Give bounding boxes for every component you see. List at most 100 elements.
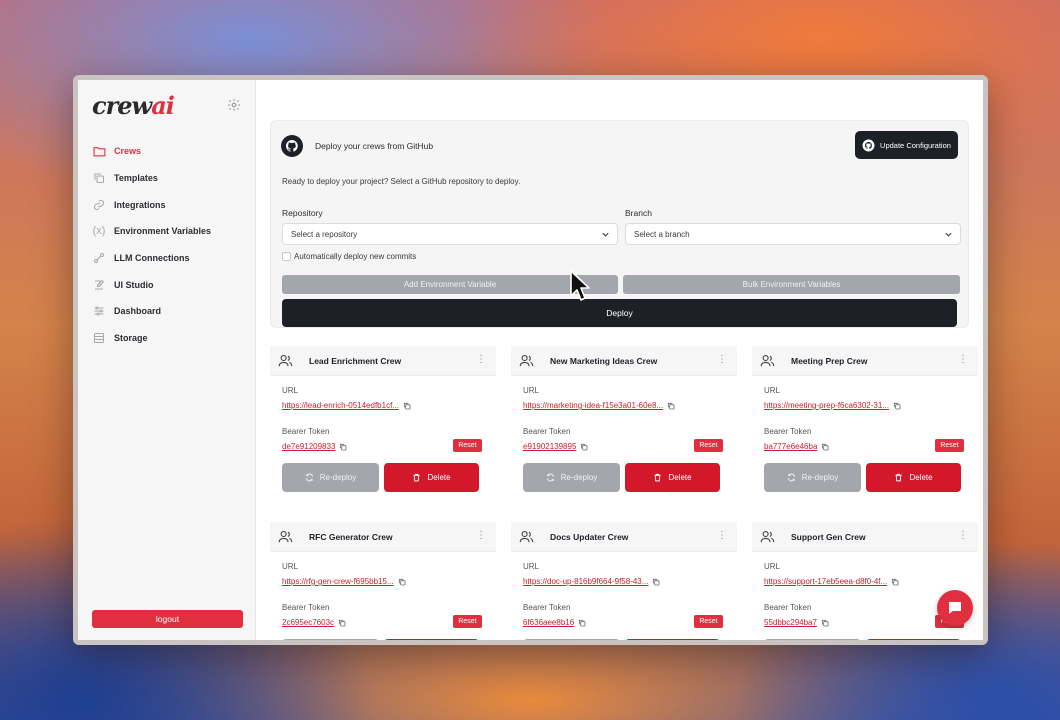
users-icon — [760, 530, 775, 543]
sidebar-item-integrations[interactable]: Integrations — [78, 191, 255, 218]
bearer-token-label: Bearer Token — [523, 427, 571, 436]
logout-button[interactable]: logout — [92, 610, 243, 628]
sidebar-item-llm-connections[interactable]: LLM Connections — [78, 245, 255, 272]
more-vertical-icon[interactable]: ⋮ — [958, 354, 968, 365]
crewai-logo[interactable]: crewai — [92, 91, 175, 120]
crew-card: Docs Updater Crew ⋮ URL https://doc-up-816b… — [511, 522, 737, 640]
sidebar-item-label: LLM Connections — [114, 253, 190, 264]
crew-url-link[interactable]: https://lead-enrich-0514edfb1cf... — [282, 401, 411, 410]
chat-support-button[interactable] — [937, 590, 973, 626]
bearer-token-value[interactable]: e91902139895 — [523, 442, 588, 451]
sidebar-item-storage[interactable]: Storage — [78, 325, 255, 352]
update-configuration-button[interactable]: Update Configuration — [855, 131, 958, 159]
redeploy-button[interactable]: Re-deploy — [523, 463, 620, 492]
sidebar-item-label: UI Studio — [114, 279, 154, 290]
delete-button[interactable]: Delete — [625, 463, 720, 492]
more-vertical-icon[interactable]: ⋮ — [476, 354, 486, 365]
crew-card-body: URL https://rfg-gen-crew-f695bb15... Beare… — [270, 552, 496, 640]
gear-icon[interactable] — [227, 98, 241, 112]
bearer-token-value[interactable]: 6f636aee8b16 — [523, 618, 586, 627]
bearer-token-label: Bearer Token — [282, 603, 330, 612]
more-vertical-icon[interactable]: ⋮ — [958, 530, 968, 541]
github-header: Deploy your crews from GitHub Update Con… — [281, 131, 958, 161]
repository-select[interactable]: Select a repository — [282, 223, 618, 245]
bearer-token-value[interactable]: de7e91209833 — [282, 442, 347, 451]
sidebar-item-templates[interactable]: Templates — [78, 165, 255, 192]
crew-url-link[interactable]: https://doc-up-816b9f664-9f58-43... — [523, 577, 660, 586]
copy-icon[interactable] — [578, 619, 586, 627]
variable-icon: (x) — [92, 225, 106, 238]
bearer-token-value[interactable]: 2c695ec7603c — [282, 618, 346, 627]
more-vertical-icon[interactable]: ⋮ — [717, 354, 727, 365]
more-vertical-icon[interactable]: ⋮ — [476, 530, 486, 541]
deploy-button[interactable]: Deploy — [282, 299, 957, 327]
app-window: crewai Crews Templates Integrations (x) — [73, 75, 988, 645]
reset-token-button[interactable]: Reset — [694, 615, 723, 628]
copy-icon[interactable] — [339, 443, 347, 451]
delete-label: Delete — [668, 473, 692, 482]
github-icon — [862, 139, 875, 151]
bearer-token-text: e91902139895 — [523, 442, 577, 451]
add-environment-variable-button[interactable]: Add Environment Variable — [282, 275, 618, 294]
users-icon — [278, 530, 293, 543]
reset-token-button[interactable]: Reset — [694, 439, 723, 452]
copy-icon[interactable] — [667, 402, 675, 410]
redeploy-button[interactable]: Re-deploy — [282, 463, 379, 492]
branch-select[interactable]: Select a branch — [625, 223, 961, 245]
reset-token-button[interactable]: Reset — [453, 439, 482, 452]
copy-icon[interactable] — [580, 443, 588, 451]
reset-token-button[interactable]: Reset — [935, 439, 964, 452]
crew-url-link[interactable]: https://marketing-idea-f15e3a01-60e8... — [523, 401, 675, 410]
reset-token-button[interactable]: Reset — [453, 615, 482, 628]
redeploy-button[interactable]: Re-deploy — [523, 639, 620, 640]
copy-icon[interactable] — [821, 619, 829, 627]
bearer-token-value[interactable]: ba777e6e46ba — [764, 442, 829, 451]
github-icon — [281, 135, 303, 157]
crew-card-header: New Marketing Ideas Crew ⋮ — [511, 346, 737, 376]
redeploy-button[interactable]: Re-deploy — [764, 639, 861, 640]
copy-icon[interactable] — [891, 578, 899, 586]
sidebar-item-environment-variables[interactable]: (x) Environment Variables — [78, 218, 255, 245]
users-icon — [278, 354, 293, 367]
update-configuration-label: Update Configuration — [880, 140, 951, 150]
bearer-token-label: Bearer Token — [764, 603, 812, 612]
crew-url-link[interactable]: https://rfg-gen-crew-f695bb15... — [282, 577, 406, 586]
sidebar-item-crews[interactable]: Crews — [78, 138, 255, 165]
copy-icon[interactable] — [652, 578, 660, 586]
copy-icon[interactable] — [893, 402, 901, 410]
sidebar-item-ui-studio[interactable]: UI Studio — [78, 271, 255, 298]
crew-url-link[interactable]: https://support-17eb5eea-d8f0-4f... — [764, 577, 899, 586]
copy-icon[interactable] — [398, 578, 406, 586]
bearer-token-value[interactable]: 55dbbc294ba7 — [764, 618, 829, 627]
delete-button[interactable]: Delete — [625, 639, 720, 640]
sidebar-item-dashboard[interactable]: Dashboard — [78, 298, 255, 325]
delete-button[interactable]: Delete — [866, 463, 961, 492]
crew-url-text: https://doc-up-816b9f664-9f58-43... — [523, 577, 649, 586]
redeploy-label: Re-deploy — [319, 473, 357, 482]
users-icon — [519, 354, 534, 367]
delete-button[interactable]: Delete — [384, 463, 479, 492]
link-icon — [92, 198, 106, 212]
crew-url-text: https://rfg-gen-crew-f695bb15... — [282, 577, 394, 586]
more-vertical-icon[interactable]: ⋮ — [717, 530, 727, 541]
url-label: URL — [764, 386, 781, 395]
bearer-token-label: Bearer Token — [764, 427, 812, 436]
copy-icon[interactable] — [821, 443, 829, 451]
bulk-environment-variables-button[interactable]: Bulk Environment Variables — [623, 275, 960, 294]
auto-deploy-checkbox[interactable] — [282, 252, 291, 261]
refresh-icon — [546, 473, 554, 482]
delete-button[interactable]: Delete — [384, 639, 479, 640]
crew-url-link[interactable]: https://meeting-prep-f6ca6302-31... — [764, 401, 901, 410]
crew-name: Support Gen Crew — [791, 531, 866, 542]
deploy-instructions: Ready to deploy your project? Select a G… — [282, 177, 521, 186]
delete-button[interactable]: Delete — [866, 639, 961, 640]
copy-icon[interactable] — [338, 619, 346, 627]
crew-card-body: URL https://lead-enrich-0514edfb1cf... Bea… — [270, 376, 496, 506]
crew-name: Meeting Prep Crew — [791, 355, 868, 366]
copy-icon — [92, 171, 106, 185]
crew-url-text: https://lead-enrich-0514edfb1cf... — [282, 401, 399, 410]
redeploy-button[interactable]: Re-deploy — [764, 463, 861, 492]
deploy-title: Deploy your crews from GitHub — [315, 141, 434, 151]
redeploy-button[interactable]: Re-deploy — [282, 639, 379, 640]
copy-icon[interactable] — [403, 402, 411, 410]
